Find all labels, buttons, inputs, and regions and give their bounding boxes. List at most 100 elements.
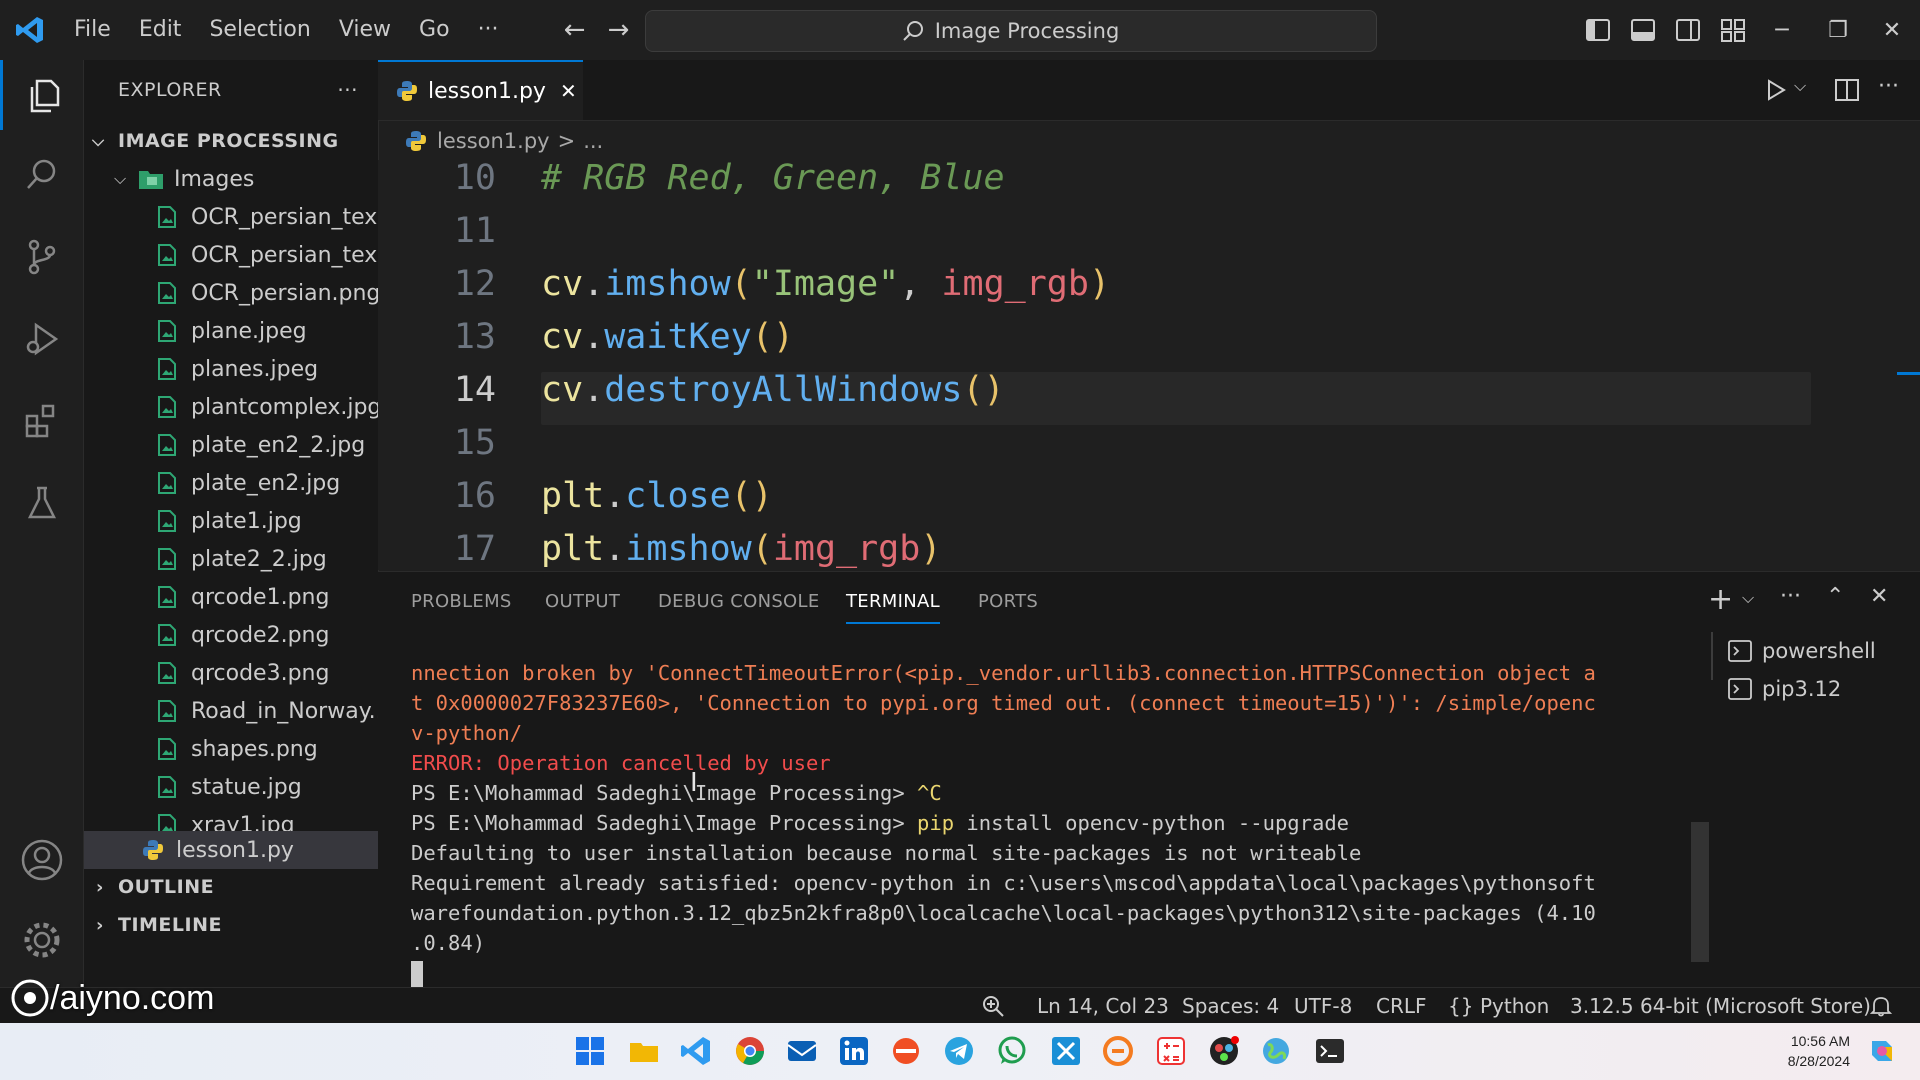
timeline-section[interactable]: › TIMELINE bbox=[84, 906, 390, 944]
run-debug-icon[interactable] bbox=[0, 304, 83, 374]
globe-app-icon[interactable] bbox=[1260, 1035, 1292, 1067]
extensions-icon[interactable] bbox=[0, 386, 83, 456]
bottom-panel: PROBLEMS OUTPUT DEBUG CONSOLE TERMINAL P… bbox=[378, 571, 1920, 988]
run-file-icon[interactable] bbox=[1764, 78, 1788, 102]
file-name: OCR_persian_tex... bbox=[191, 204, 399, 230]
project-folder-header[interactable]: ⌵ IMAGE PROCESSING bbox=[84, 122, 386, 160]
chrome-icon[interactable] bbox=[734, 1035, 766, 1067]
maximize-panel-chevron-up-icon[interactable]: ⌃ bbox=[1826, 584, 1844, 609]
file-name: qrcode2.png bbox=[191, 622, 330, 648]
code-function: imshow bbox=[625, 529, 752, 569]
menu-edit[interactable]: Edit bbox=[125, 10, 196, 50]
terminal-scrollbar[interactable] bbox=[1691, 822, 1709, 962]
image-file-icon bbox=[158, 700, 176, 722]
toggle-sidebar-icon[interactable] bbox=[1584, 16, 1612, 44]
braces-icon: {} bbox=[1448, 994, 1474, 1018]
zoom-icon[interactable] bbox=[982, 988, 1004, 1024]
terminal-item-powershell[interactable]: powershell bbox=[1714, 632, 1920, 670]
menu-view[interactable]: View bbox=[325, 10, 405, 50]
system-clock[interactable]: 10:56 AM 8/28/2024 bbox=[1740, 1031, 1850, 1071]
screen-recorder-icon[interactable] bbox=[890, 1035, 922, 1067]
explorer-more-button[interactable]: ··· bbox=[337, 78, 358, 102]
toggle-panel-icon[interactable] bbox=[1629, 16, 1657, 44]
testing-flask-icon[interactable] bbox=[0, 468, 83, 538]
davinci-app-icon[interactable] bbox=[1208, 1035, 1240, 1067]
source-control-icon[interactable] bbox=[0, 222, 83, 292]
breadcrumb-more[interactable]: ... bbox=[583, 129, 603, 153]
terminal-dropdown-chevron-icon[interactable]: ⌵ bbox=[1742, 588, 1754, 608]
forward-arrow-icon[interactable]: → bbox=[597, 15, 641, 45]
line-number: 16 bbox=[453, 476, 496, 516]
image-file-icon bbox=[158, 244, 176, 266]
new-terminal-plus-icon[interactable]: + bbox=[1708, 582, 1733, 617]
calculator-app-icon[interactable] bbox=[1155, 1035, 1187, 1067]
close-window-icon[interactable]: ✕ bbox=[1864, 0, 1920, 60]
notifications-bell-icon[interactable] bbox=[1869, 988, 1893, 1024]
terminal-output[interactable]: nnection broken by 'ConnectTimeoutError(… bbox=[411, 658, 1711, 988]
app-orange-icon[interactable] bbox=[1102, 1035, 1134, 1067]
terminal-line: t 0x0000027F83237E60>, 'Connection to py… bbox=[411, 691, 1596, 715]
telegram-icon[interactable] bbox=[943, 1035, 975, 1067]
terminal-item-pip[interactable]: pip3.12 bbox=[1714, 670, 1920, 708]
folder-images[interactable]: ⌵ Images bbox=[84, 160, 408, 198]
tab-output[interactable]: OUTPUT bbox=[545, 572, 620, 624]
toggle-secondary-sidebar-icon[interactable] bbox=[1674, 16, 1702, 44]
file-encoding[interactable]: UTF-8 bbox=[1294, 988, 1352, 1024]
menu-selection[interactable]: Selection bbox=[195, 10, 324, 50]
outline-section[interactable]: › OUTLINE bbox=[84, 868, 390, 906]
editor-more-icon[interactable]: ··· bbox=[1878, 74, 1899, 99]
code-paren: ( bbox=[751, 317, 773, 357]
python-interpreter[interactable]: 3.12.5 64-bit (Microsoft Store) bbox=[1570, 988, 1871, 1024]
chevron-right-icon: › bbox=[96, 876, 104, 898]
vscode-taskbar-icon[interactable] bbox=[680, 1035, 712, 1067]
language-mode[interactable]: Python bbox=[1480, 988, 1549, 1024]
panel-more-icon[interactable]: ··· bbox=[1780, 584, 1801, 609]
tab-debug-console[interactable]: DEBUG CONSOLE bbox=[658, 572, 820, 624]
code-function: close bbox=[625, 476, 731, 516]
whatsapp-icon[interactable] bbox=[996, 1035, 1028, 1067]
vscode-logo-icon bbox=[0, 0, 60, 60]
back-arrow-icon[interactable]: ← bbox=[553, 15, 597, 45]
terminal-app-icon[interactable] bbox=[1314, 1035, 1346, 1067]
indentation[interactable]: Spaces: 4 bbox=[1182, 988, 1279, 1024]
customize-layout-icon[interactable] bbox=[1719, 16, 1747, 44]
accounts-icon[interactable] bbox=[0, 825, 83, 895]
image-folder-icon bbox=[139, 171, 163, 189]
restore-icon[interactable]: ❐ bbox=[1810, 0, 1866, 60]
xmind-icon[interactable] bbox=[1050, 1035, 1082, 1067]
explorer-icon[interactable] bbox=[0, 60, 86, 130]
terminal-prompt: PS E:\Mohammad Sadeghi\Image Processing> bbox=[411, 811, 918, 835]
watermark-logo-icon bbox=[11, 979, 49, 1017]
menu-go[interactable]: Go bbox=[405, 10, 464, 50]
tab-close-icon[interactable]: ✕ bbox=[560, 79, 577, 103]
search-icon[interactable] bbox=[0, 140, 83, 210]
title-bar: File Edit Selection View Go ··· ← → Imag… bbox=[0, 0, 1920, 60]
code-line: 15 bbox=[378, 417, 1920, 470]
mail-icon[interactable] bbox=[786, 1035, 818, 1067]
image-file-icon bbox=[158, 396, 176, 418]
minimize-icon[interactable]: ─ bbox=[1754, 0, 1810, 60]
tab-terminal[interactable]: TERMINAL bbox=[846, 572, 940, 624]
split-editor-icon[interactable] bbox=[1834, 78, 1860, 102]
tab-problems[interactable]: PROBLEMS bbox=[411, 572, 512, 624]
image-file-icon bbox=[158, 624, 176, 646]
linkedin-icon[interactable] bbox=[838, 1035, 870, 1067]
run-dropdown-chevron-icon[interactable]: ⌵ bbox=[1794, 76, 1806, 96]
close-panel-icon[interactable]: ✕ bbox=[1870, 584, 1888, 609]
tab-ports[interactable]: PORTS bbox=[978, 572, 1038, 624]
windows-start-icon[interactable] bbox=[574, 1035, 606, 1067]
command-center-search[interactable]: Image Processing bbox=[645, 10, 1377, 52]
cursor-position[interactable]: Ln 14, Col 23 bbox=[1037, 988, 1169, 1024]
code-paren: ( bbox=[962, 370, 984, 410]
terminal-prompt: PS E:\Mohammad Sadeghi\Image Processing> bbox=[411, 781, 918, 805]
tab-lesson1-py[interactable]: lesson1.py ✕ bbox=[378, 60, 583, 120]
menu-more[interactable]: ··· bbox=[464, 10, 513, 50]
end-of-line[interactable]: CRLF bbox=[1376, 988, 1427, 1024]
code-editor[interactable]: 10 # RGB Red, Green, Blue 11 12 cv.imshow("I… bbox=[378, 160, 1920, 570]
line-number: 12 bbox=[453, 264, 496, 304]
breadcrumb-file[interactable]: lesson1.py bbox=[437, 129, 550, 153]
file-explorer-icon[interactable] bbox=[628, 1035, 660, 1067]
manage-gear-icon[interactable] bbox=[0, 905, 83, 975]
copilot-icon[interactable] bbox=[1866, 1035, 1898, 1067]
menu-file[interactable]: File bbox=[60, 10, 125, 50]
